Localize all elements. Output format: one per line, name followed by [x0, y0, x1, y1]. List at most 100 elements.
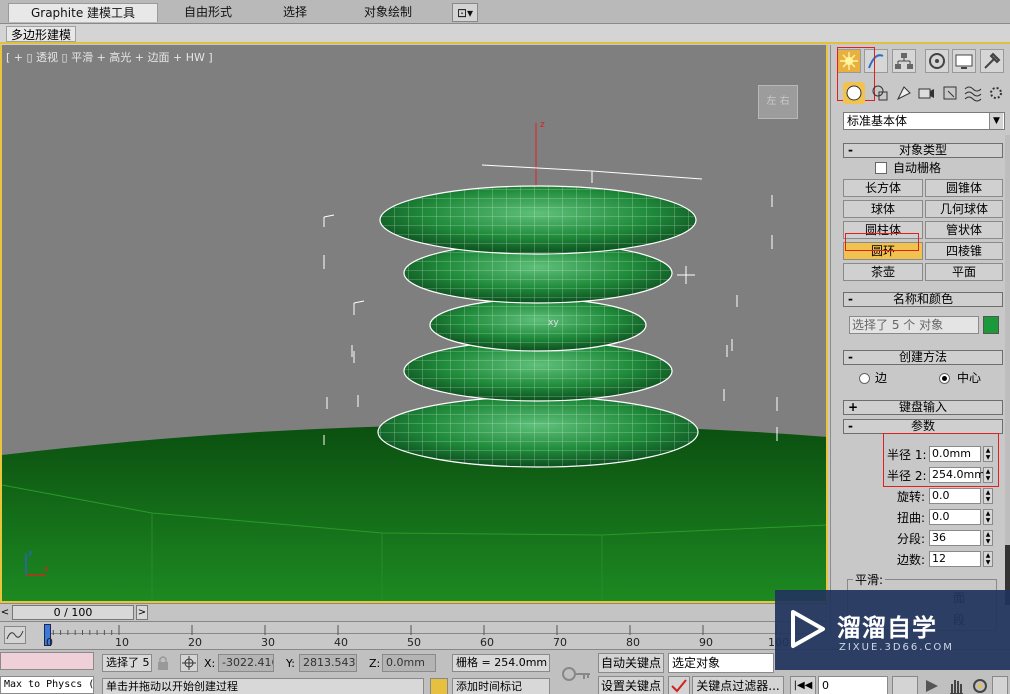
key-icon[interactable] — [560, 662, 592, 686]
tick-10: 10 — [115, 636, 129, 649]
systems-icon[interactable] — [985, 82, 1007, 104]
lights-icon[interactable] — [893, 82, 915, 104]
selection-count: 选择了 5 — [102, 654, 152, 672]
command-panel: 标准基本体 ▼ - 对象类型 自动栅格 长方体 圆锥体 球体 几何球体 圆柱体 … — [830, 45, 1010, 635]
utilities-tab-icon[interactable] — [980, 49, 1004, 73]
radio-center-label: 中心 — [957, 371, 982, 385]
rollout-parameters-title: 参数 — [910, 419, 935, 433]
pan-hand-icon[interactable] — [946, 676, 966, 694]
time-tag-icon[interactable] — [430, 678, 448, 694]
ribbon-tabs: Graphite 建模工具 自由形式 选择 对象绘制 ⊡▾ — [0, 0, 1010, 24]
maxscript-listener[interactable]: Max to Physcs ( — [0, 676, 94, 694]
crosshair-cursor-icon — [677, 266, 695, 284]
space-warps-icon[interactable] — [962, 82, 984, 104]
sides-spinner[interactable]: ▲ ▼ — [983, 551, 993, 567]
tick-0: 0 — [46, 636, 53, 649]
radio-edge[interactable] — [859, 373, 870, 384]
rollout-parameters[interactable]: - 参数 — [843, 419, 1003, 434]
twist-input[interactable]: 0.0 — [929, 509, 981, 525]
rollout-name-color[interactable]: - 名称和颜色 — [843, 292, 1003, 307]
box-button[interactable]: 长方体 — [843, 179, 923, 197]
sphere-button[interactable]: 球体 — [843, 200, 923, 218]
tab-freeform[interactable]: 自由形式 — [166, 3, 250, 22]
helpers-icon[interactable] — [939, 82, 961, 104]
twist-spinner[interactable]: ▲ ▼ — [983, 509, 993, 525]
hierarchy-tab-icon[interactable] — [892, 49, 916, 73]
rotation-spinner[interactable]: ▲ ▼ — [983, 488, 993, 504]
z-coordinate-field[interactable]: 0.0mm — [382, 654, 436, 672]
time-next-arrow[interactable]: > — [136, 605, 148, 620]
object-name-field[interactable]: 选择了 5 个 对象 — [849, 316, 979, 334]
tab-selection[interactable]: 选择 — [262, 3, 328, 22]
radio-selected-dot — [942, 376, 947, 381]
twist-label: 扭曲: — [897, 511, 926, 525]
x-coordinate-field[interactable]: -3022.416r — [218, 654, 274, 672]
scene-canvas[interactable]: z xy — [2, 45, 828, 603]
rotation-input[interactable]: 0.0 — [929, 488, 981, 504]
current-frame-field[interactable]: 0 — [818, 676, 888, 694]
tick-70: 70 — [553, 636, 567, 649]
segments-spinner[interactable]: ▲ ▼ — [983, 530, 993, 546]
rollout-object-type[interactable]: - 对象类型 — [843, 143, 1003, 158]
y-coordinate-field[interactable]: 2813.543m — [299, 654, 357, 672]
rollout-creation-method-title: 创建方法 — [898, 350, 947, 364]
plane-button[interactable]: 平面 — [925, 263, 1003, 281]
teapot-button[interactable]: 茶壶 — [843, 263, 923, 281]
cone-button[interactable]: 圆锥体 — [925, 179, 1003, 197]
rollout-creation-method[interactable]: - 创建方法 — [843, 350, 1003, 365]
key-filters-button[interactable]: 关键点过滤器... — [692, 676, 784, 694]
tube-button[interactable]: 管状体 — [925, 221, 1003, 239]
display-tab-icon[interactable] — [952, 49, 976, 73]
auto-key-button[interactable]: 自动关键点 — [598, 653, 664, 673]
cameras-icon[interactable] — [915, 82, 937, 104]
grid-size-display: 栅格 = 254.0mm — [452, 654, 550, 672]
time-slider[interactable]: < 0 / 100 > — [0, 603, 828, 621]
time-config-icon[interactable] — [892, 676, 918, 694]
lock-icon[interactable] — [156, 655, 170, 671]
segments-label: 分段: — [897, 532, 926, 546]
viewport-label[interactable]: [ + ▯ 透视 ▯ 平滑 + 高光 + 边面 + HW ] — [6, 49, 213, 65]
category-dropdown[interactable]: 标准基本体 ▼ — [843, 112, 1005, 130]
panel-scrollbar[interactable] — [1005, 135, 1010, 635]
segments-input[interactable]: 36 — [929, 530, 981, 546]
time-prev-arrow[interactable]: < — [0, 605, 10, 620]
geosphere-button[interactable]: 几何球体 — [925, 200, 1003, 218]
maxscript-listener-pink[interactable] — [0, 652, 94, 670]
auto-grid-checkbox[interactable] — [875, 162, 887, 174]
selection-set-dropdown[interactable]: 选定对象 — [668, 653, 774, 673]
sides-input[interactable]: 12 — [929, 551, 981, 567]
zoom-icon[interactable] — [922, 676, 942, 694]
rollout-collapse-icon: - — [848, 350, 853, 364]
tab-graphite-modeling[interactable]: Graphite 建模工具 — [8, 3, 158, 22]
chevron-down-icon[interactable]: ▼ — [989, 113, 1003, 129]
tick-50: 50 — [407, 636, 421, 649]
pyramid-button[interactable]: 四棱锥 — [925, 242, 1003, 260]
add-time-tag-button[interactable]: 添加时间标记 — [452, 678, 550, 694]
geometry-icon[interactable] — [843, 82, 865, 104]
orbit-icon[interactable] — [970, 676, 990, 694]
absolute-mode-icon[interactable] — [180, 654, 198, 672]
shapes-icon[interactable] — [869, 82, 891, 104]
perspective-viewport[interactable]: z xy [ + ▯ 透视 ▯ 平滑 + 高光 + 边面 + HW ] 左 右 … — [0, 45, 828, 603]
set-key-button[interactable]: 设置关键点 — [598, 676, 664, 694]
z-label: Z: — [369, 657, 381, 670]
time-slider-thumb[interactable]: 0 / 100 — [12, 605, 134, 620]
polygon-modeling-button[interactable]: 多边形建模 — [6, 26, 77, 42]
radio-center[interactable] — [939, 373, 950, 384]
rollout-keyboard-entry-title: 键盘输入 — [898, 400, 947, 414]
category-dropdown-value: 标准基本体 — [847, 114, 908, 128]
ribbon-options-icon: ⊡ — [456, 6, 468, 20]
track-bar[interactable]: 0 10 20 30 40 50 60 70 80 90 100 — [0, 621, 828, 649]
viewcube[interactable]: 左 右 — [758, 85, 798, 119]
tab-object-paint[interactable]: 对象绘制 — [340, 3, 436, 22]
rollout-collapse-icon: - — [848, 292, 853, 306]
object-color-swatch[interactable] — [983, 316, 999, 334]
maximize-viewport-icon[interactable] — [992, 676, 1008, 694]
motion-tab-icon[interactable] — [925, 49, 949, 73]
set-key-mode-icon[interactable] — [668, 676, 690, 694]
go-to-start-icon[interactable]: |◀◀ — [790, 676, 816, 694]
curve-editor-icon[interactable] — [4, 626, 26, 644]
rollout-keyboard-entry[interactable]: + 键盘输入 — [843, 400, 1003, 415]
watermark-subtitle: ZIXUE.3D66.COM — [839, 642, 954, 653]
ribbon-options-dropdown[interactable]: ⊡▾ — [452, 3, 478, 22]
